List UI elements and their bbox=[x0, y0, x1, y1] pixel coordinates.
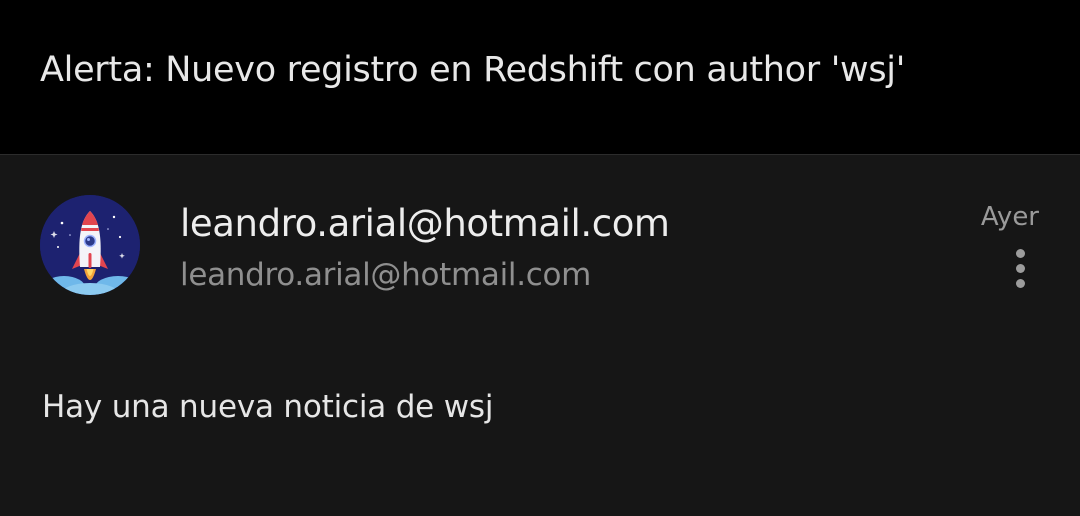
more-vertical-icon-dot bbox=[1015, 263, 1025, 273]
sender-email: leandro.arial@hotmail.com bbox=[180, 257, 592, 293]
email-body: Hay una nueva noticia de wsj bbox=[42, 389, 494, 425]
more-vertical-icon-dot bbox=[1015, 278, 1025, 288]
more-options-button[interactable] bbox=[1005, 244, 1035, 292]
email-subject: Alerta: Nuevo registro en Redshift con a… bbox=[40, 50, 906, 90]
more-vertical-icon bbox=[1015, 248, 1025, 258]
email-header: Alerta: Nuevo registro en Redshift con a… bbox=[0, 0, 1080, 155]
rocket-icon bbox=[40, 195, 140, 295]
email-date: Ayer bbox=[980, 202, 1039, 232]
sender-name[interactable]: leandro.arial@hotmail.com bbox=[180, 200, 670, 248]
sender-avatar[interactable] bbox=[40, 195, 140, 295]
email-content: leandro.arial@hotmail.com leandro.arial@… bbox=[0, 156, 1080, 516]
